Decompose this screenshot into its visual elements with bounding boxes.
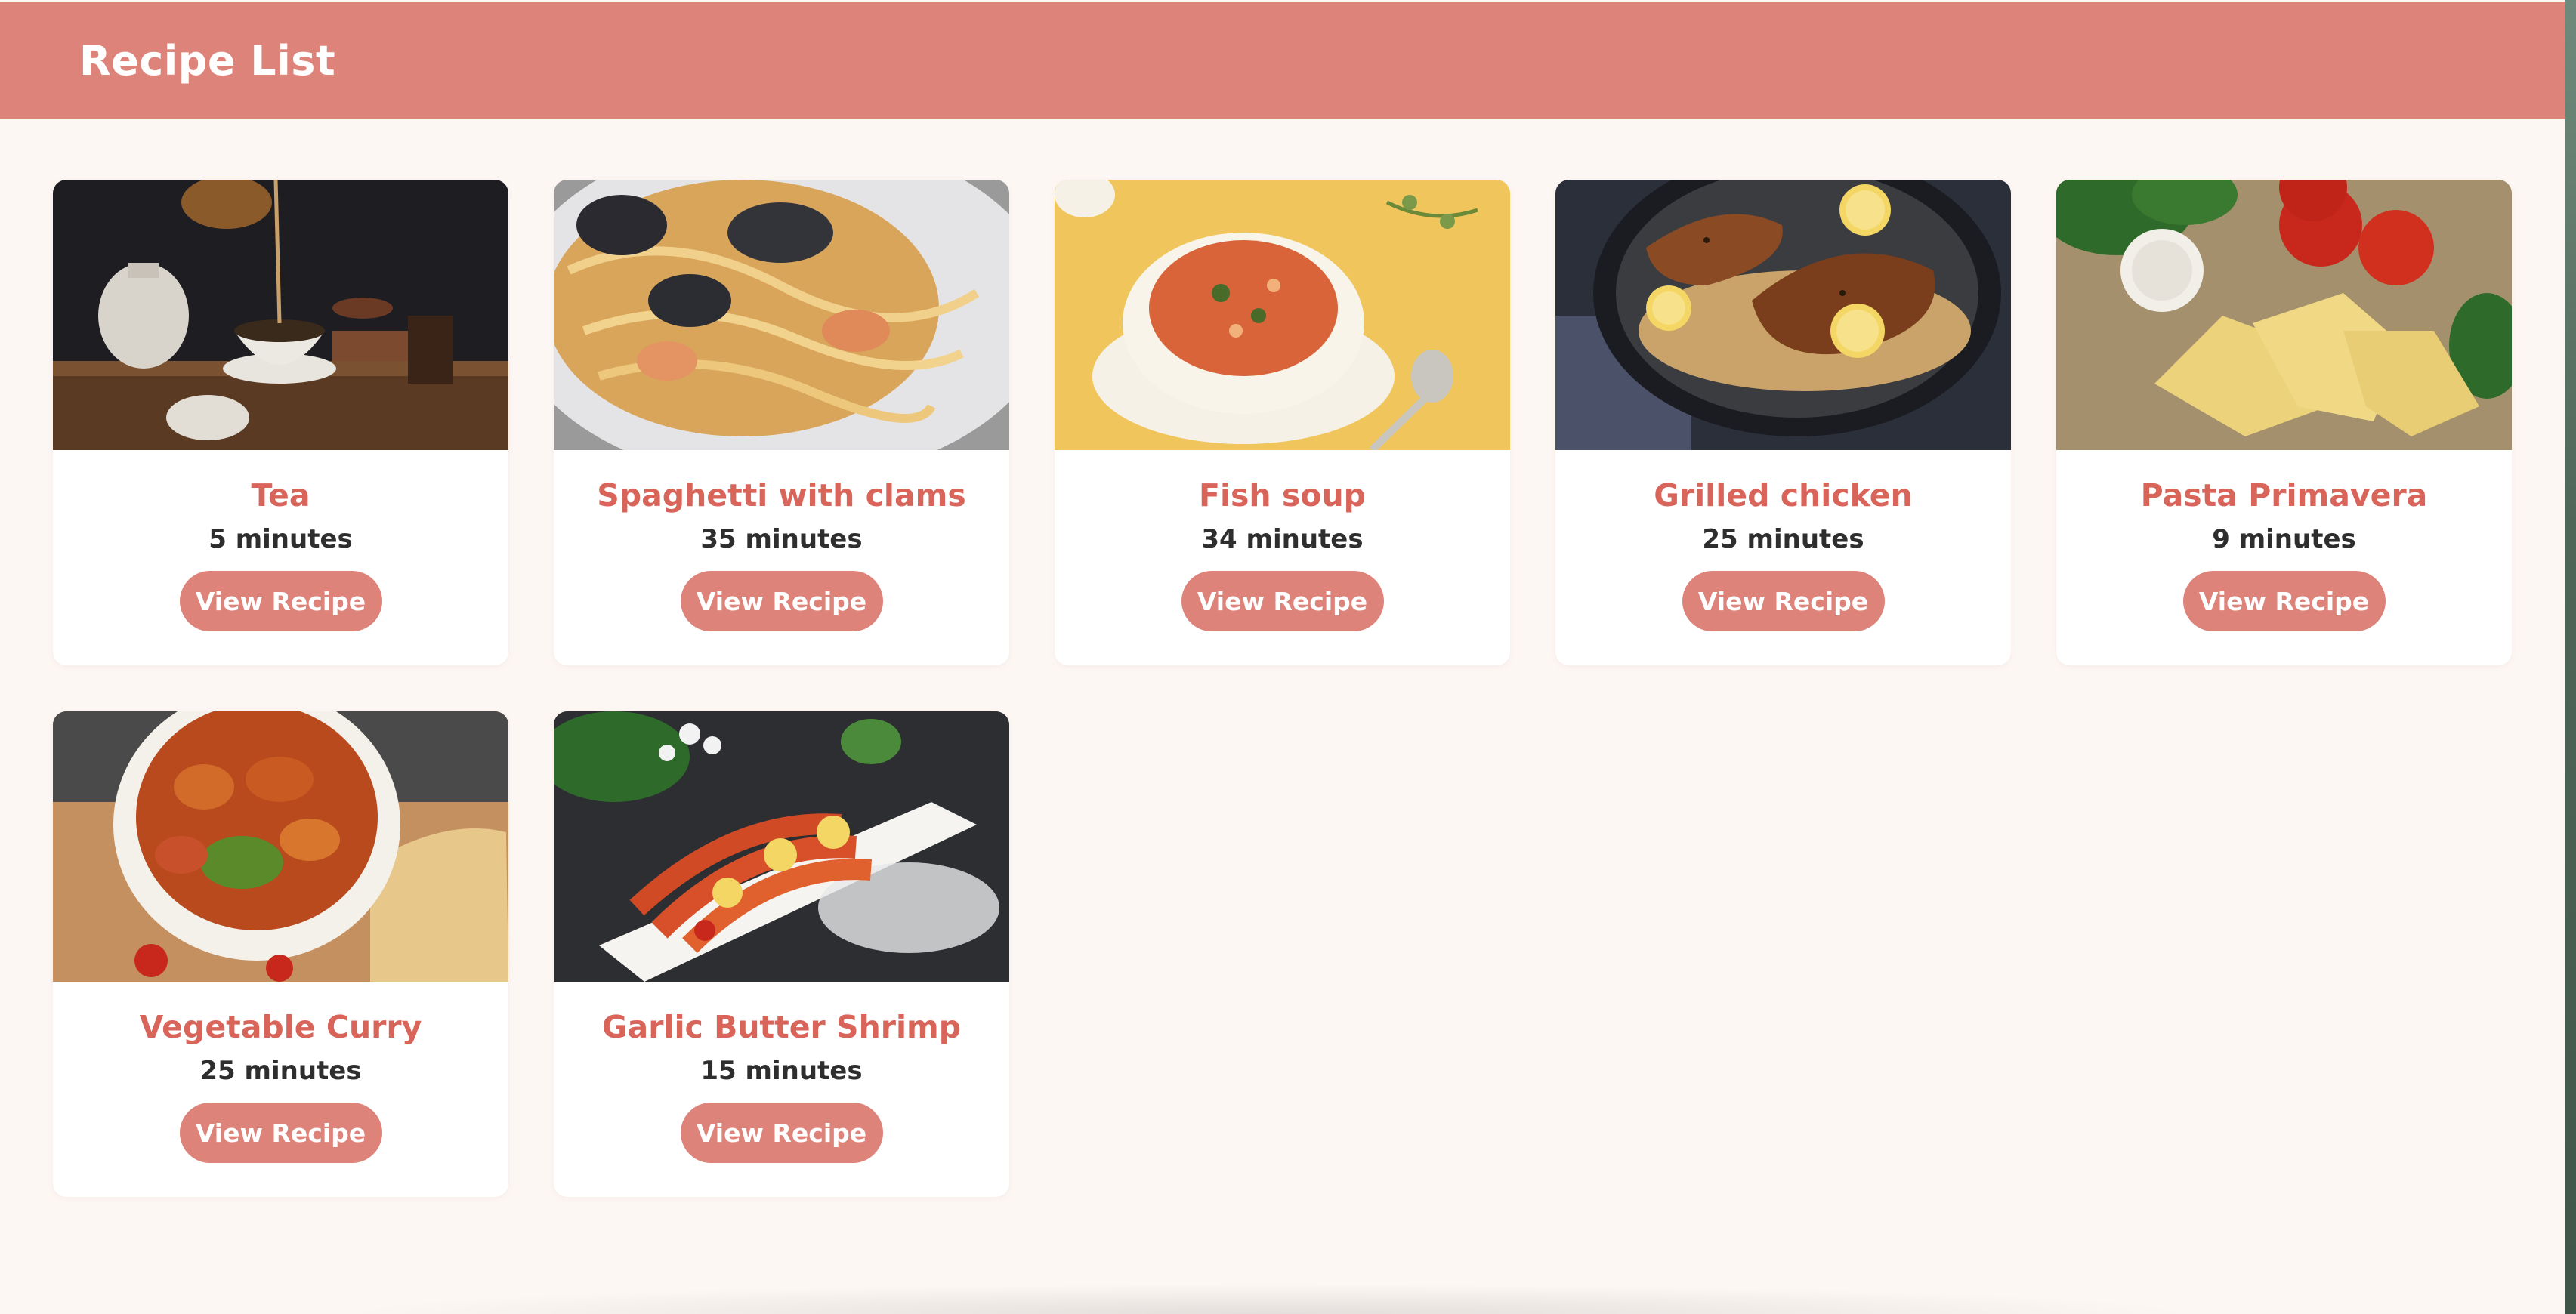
tea-pouring-photo [53, 180, 508, 450]
recipe-time: 9 minutes [2212, 524, 2356, 554]
view-recipe-button[interactable]: View Recipe [1682, 571, 1885, 631]
view-recipe-button[interactable]: View Recipe [680, 571, 883, 631]
recipe-title: Grilled chicken [1654, 477, 1913, 514]
recipe-card: Spaghetti with clams 35 minutes View Rec… [554, 180, 1009, 665]
recipe-list-page: Recipe List Tea 5 minutes View Recipe Sp… [0, 0, 2565, 1314]
recipe-time: 25 minutes [1702, 524, 1864, 554]
fish-soup-photo [1055, 180, 1510, 450]
view-recipe-button[interactable]: View Recipe [1181, 571, 1384, 631]
recipe-title: Fish soup [1198, 477, 1367, 514]
page-header: Recipe List [0, 2, 2565, 119]
recipe-card: Pasta Primavera 9 minutes View Recipe [2056, 180, 2512, 665]
recipe-time: 25 minutes [199, 1056, 362, 1086]
spaghetti-clams-photo [554, 180, 1009, 450]
view-recipe-button[interactable]: View Recipe [179, 571, 382, 631]
view-recipe-button[interactable]: View Recipe [680, 1103, 883, 1163]
vegetable-curry-photo [53, 711, 508, 982]
recipe-time: 35 minutes [700, 524, 863, 554]
grilled-chicken-photo [1555, 180, 2011, 450]
pasta-primavera-photo [2056, 180, 2512, 450]
recipe-time: 5 minutes [208, 524, 353, 554]
recipe-title: Spaghetti with clams [597, 477, 966, 514]
view-recipe-button[interactable]: View Recipe [179, 1103, 382, 1163]
garlic-shrimp-photo [554, 711, 1009, 982]
recipe-title: Vegetable Curry [139, 1009, 422, 1045]
recipe-card: Garlic Butter Shrimp 15 minutes View Rec… [554, 711, 1009, 1197]
recipe-card: Vegetable Curry 25 minutes View Recipe [53, 711, 508, 1197]
view-recipe-button[interactable]: View Recipe [2182, 571, 2386, 631]
recipe-time: 15 minutes [700, 1056, 863, 1086]
scroll-shadow [332, 1284, 2206, 1314]
recipe-card: Fish soup 34 minutes View Recipe [1055, 180, 1510, 665]
recipe-card: Grilled chicken 25 minutes View Recipe [1555, 180, 2011, 665]
recipe-card: Tea 5 minutes View Recipe [53, 180, 508, 665]
recipe-time: 34 minutes [1201, 524, 1364, 554]
recipe-title: Tea [251, 477, 310, 514]
page-title: Recipe List [79, 36, 336, 85]
window-edge [2565, 0, 2576, 1314]
recipe-title: Pasta Primavera [2140, 477, 2428, 514]
recipe-title: Garlic Butter Shrimp [601, 1009, 962, 1045]
